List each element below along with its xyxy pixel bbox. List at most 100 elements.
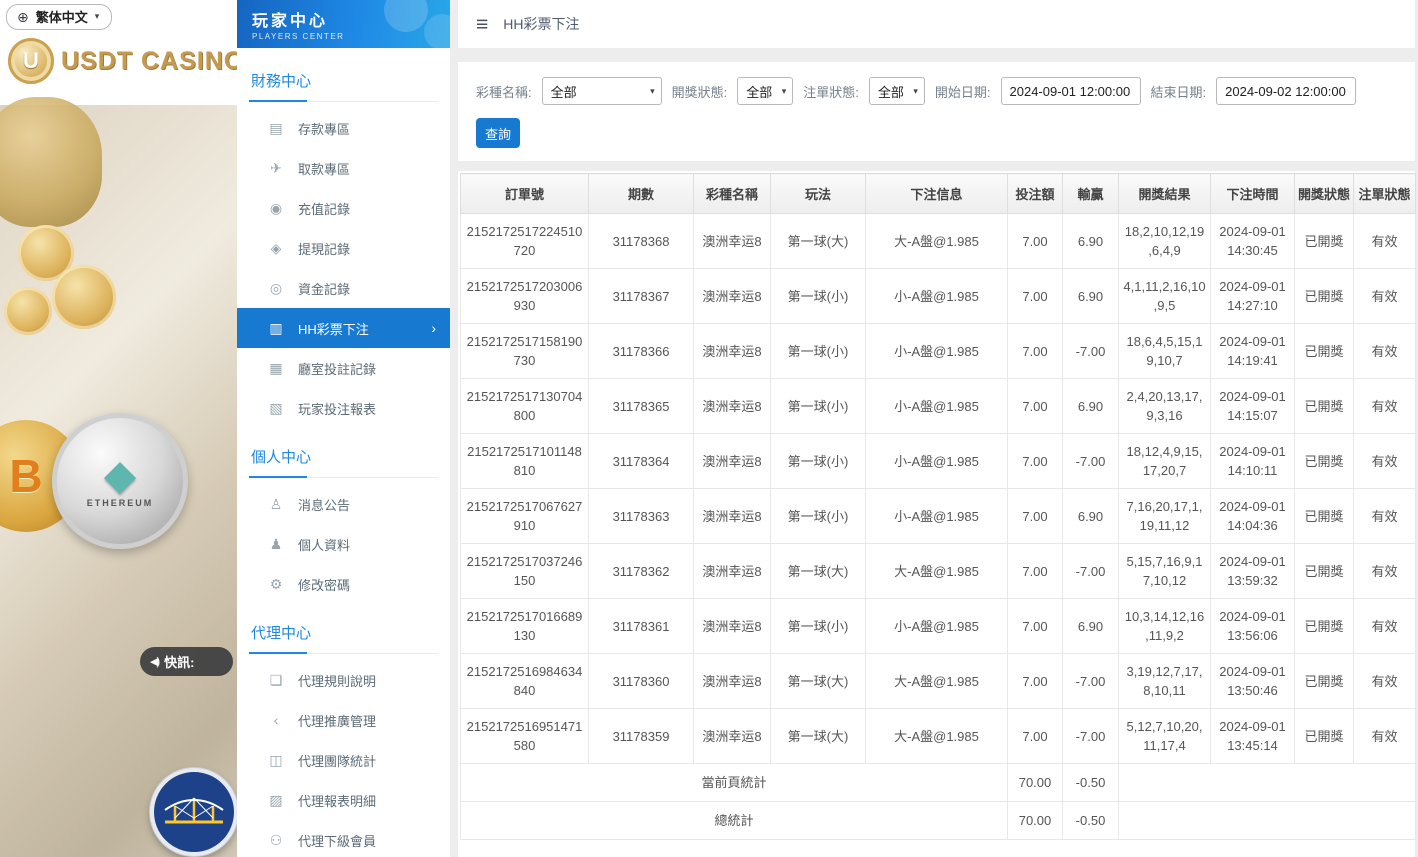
draw-result-cell: 10,3,14,12,16,11,9,2: [1118, 598, 1211, 654]
lottery-select[interactable]: 全部 ▾: [541, 77, 662, 105]
speaker-icon: ◀): [150, 656, 160, 668]
bet-info-cell: 大-A盤@1.985: [865, 708, 1008, 764]
lottery-name-label: 彩種名稱:: [476, 84, 532, 100]
menu-toggle-icon[interactable]: ≡: [476, 14, 488, 35]
query-button[interactable]: 查詢: [476, 118, 520, 148]
summary-win-loss: -0.50: [1062, 763, 1119, 802]
lottery-name-cell: 澳洲幸运8: [693, 378, 771, 434]
play-type-cell: 第一球(小): [770, 268, 866, 324]
sidebar-item-change-password[interactable]: ⚙ 修改密碼: [237, 564, 450, 604]
draw-result-cell: 5,15,7,16,9,17,10,12: [1118, 543, 1211, 599]
summary-row: 總統計 70.00 -0.50: [460, 801, 1416, 840]
ethereum-label: ETHEREUM: [86, 498, 154, 508]
play-type-cell: 第一球(小): [770, 598, 866, 654]
globe-icon: ⊕: [17, 8, 29, 25]
sidebar-item-lottery-bet[interactable]: ▥ HH彩票下注 ›: [237, 308, 450, 348]
order-no-cell: 2152172517158190730: [460, 323, 589, 379]
draw-status-select[interactable]: 全部 ▾: [737, 77, 794, 105]
order-no-cell: 2152172517203006930: [460, 268, 589, 324]
player-report-icon: ▧: [269, 399, 283, 416]
period-cell: 31178366: [588, 323, 694, 379]
end-date-input[interactable]: [1216, 77, 1357, 105]
col-header-bet-amount: 投注額: [1007, 173, 1063, 214]
bet-amount-cell: 7.00: [1007, 598, 1063, 654]
bet-amount-cell: 7.00: [1007, 543, 1063, 599]
start-date-input[interactable]: [1000, 77, 1141, 105]
lottery-name-cell: 澳洲幸运8: [693, 268, 771, 324]
sidebar-item-deposit[interactable]: ▤ 存款專區: [237, 108, 450, 148]
order-status-label: 注單狀態:: [803, 84, 859, 100]
language-label: 繁体中文: [35, 10, 88, 25]
order-status-cell: 有效: [1353, 433, 1416, 489]
sidebar-menu: 財務中心 ▤ 存款專區 ✈ 取款專區 ◉ 充值記錄 ◈ 提現記錄 ◎ 資金記錄 ▥ HH彩票下注 › ▦ 廳室…: [237, 48, 450, 857]
left-brand-panel: ⊕ 繁体中文 ▾ U USDT CASINO B ◆ ETHEREUM ◀) 快…: [0, 0, 237, 857]
sidebar-item-announcement[interactable]: ♙ 消息公告: [237, 484, 450, 524]
sidebar-item-agent-team-stats[interactable]: ◫ 代理團隊統計: [237, 740, 450, 780]
chevron-down-icon: ▾: [913, 85, 918, 96]
ethereum-coin-graphic: ◆ ETHEREUM: [52, 413, 188, 549]
language-selector[interactable]: ⊕ 繁体中文 ▾: [6, 4, 113, 30]
draw-result-cell: 7,16,20,17,1,19,11,12: [1118, 488, 1211, 544]
lottery-name-cell: 澳洲幸运8: [693, 213, 771, 269]
sidebar-item-profile[interactable]: ♟ 個人資料: [237, 524, 450, 564]
win-loss-cell: 6.90: [1062, 598, 1119, 654]
bet-info-cell: 大-A盤@1.985: [865, 213, 1008, 269]
sidebar-item-label: 代理報表明細: [298, 793, 377, 809]
lottery-bet-icon: ▥: [269, 319, 283, 336]
profile-icon: ♟: [269, 535, 283, 552]
filter-panel: 彩種名稱: 全部 ▾ 開獎狀態: 全部 ▾ 注單狀態: 全部 ▾ 開始日期: 結…: [458, 62, 1415, 161]
sidebar-item-player-report[interactable]: ▧ 玩家投注報表: [237, 388, 450, 428]
money-bag-graphic: [0, 97, 102, 227]
order-status-cell: 有效: [1353, 213, 1416, 269]
fund-record-icon: ◎: [269, 279, 283, 296]
draw-result-cell: 18,12,4,9,15,17,20,7: [1118, 433, 1211, 489]
col-header-play-type: 玩法: [770, 173, 866, 214]
hall-bet-record-icon: ▦: [269, 359, 283, 376]
gold-coin-graphic: [4, 287, 52, 335]
col-header-bet-info: 下注信息: [865, 173, 1008, 214]
sidebar-item-fund-record[interactable]: ◎ 資金記錄: [237, 268, 450, 308]
brand-logo[interactable]: U USDT CASINO: [0, 30, 237, 84]
bet-info-cell: 大-A盤@1.985: [865, 543, 1008, 599]
order-no-cell: 2152172517037246150: [460, 543, 589, 599]
bet-amount-cell: 7.00: [1007, 378, 1063, 434]
sidebar-item-recharge-record[interactable]: ◉ 充值記錄: [237, 188, 450, 228]
sidebar-item-label: 存款專區: [298, 121, 351, 137]
deposit-icon: ▤: [269, 119, 283, 136]
play-type-cell: 第一球(大): [770, 213, 866, 269]
period-cell: 31178364: [588, 433, 694, 489]
sidebar-item-label: 玩家投注報表: [298, 401, 377, 417]
sidebar-item-agent-promotion[interactable]: ‹ 代理推廣管理: [237, 700, 450, 740]
col-header-lottery-name: 彩種名稱: [693, 173, 771, 214]
bet-amount-cell: 7.00: [1007, 488, 1063, 544]
bet-records-panel: 訂單號 期數 彩種名稱 玩法 下注信息 投注額 輸贏 開獎結果 下注時間 開獎狀態 注單狀態 215…: [458, 171, 1416, 857]
order-status-select[interactable]: 全部 ▾: [868, 77, 925, 105]
bet-info-cell: 小-A盤@1.985: [865, 323, 1008, 379]
app-window: ⊕ 繁体中文 ▾ U USDT CASINO B ◆ ETHEREUM ◀) 快…: [0, 0, 1418, 857]
news-ticker[interactable]: ◀) 快訊:: [140, 647, 233, 676]
sidebar-item-agent-members[interactable]: ⚇ 代理下級會員: [237, 820, 450, 857]
sidebar-item-hall-bet-record[interactable]: ▦ 廳室投註記錄: [237, 348, 450, 388]
sidebar-item-withdrawal-record[interactable]: ◈ 提現記錄: [237, 228, 450, 268]
sidebar-item-withdraw[interactable]: ✈ 取款專區: [237, 148, 450, 188]
draw-result-cell: 5,12,7,10,20,11,17,4: [1118, 708, 1211, 764]
draw-status-cell: 已開獎: [1294, 433, 1354, 489]
bet-info-cell: 大-A盤@1.985: [865, 653, 1008, 709]
lottery-name-cell: 澳洲幸运8: [693, 433, 771, 489]
bet-time-cell: 2024-09-01 13:56:06: [1210, 598, 1295, 654]
lottery-name-cell: 澳洲幸运8: [693, 488, 771, 544]
table-row: 2152172517016689130 31178361 澳洲幸运8 第一球(小) 小-…: [460, 598, 1416, 654]
col-header-order-status: 注單狀態: [1353, 173, 1416, 214]
period-cell: 31178363: [588, 488, 694, 544]
order-no-cell: 2152172516951471580: [460, 708, 589, 764]
col-header-draw-status: 開獎狀態: [1294, 173, 1354, 214]
sidebar-item-label: 充值記錄: [298, 201, 351, 217]
sidebar-item-agent-report-detail[interactable]: ▨ 代理報表明細: [237, 780, 450, 820]
sidebar-item-agent-rules[interactable]: ❏ 代理規則說明: [237, 660, 450, 700]
draw-status-cell: 已開獎: [1294, 323, 1354, 379]
summary-label: 當前頁統計: [460, 763, 1008, 802]
order-no-cell: 2152172516984634840: [460, 653, 589, 709]
table-row: 2152172517130704800 31178365 澳洲幸运8 第一球(小) 小-…: [460, 378, 1416, 434]
draw-status-cell: 已開獎: [1294, 488, 1354, 544]
col-header-bet-time: 下注時間: [1210, 173, 1295, 214]
